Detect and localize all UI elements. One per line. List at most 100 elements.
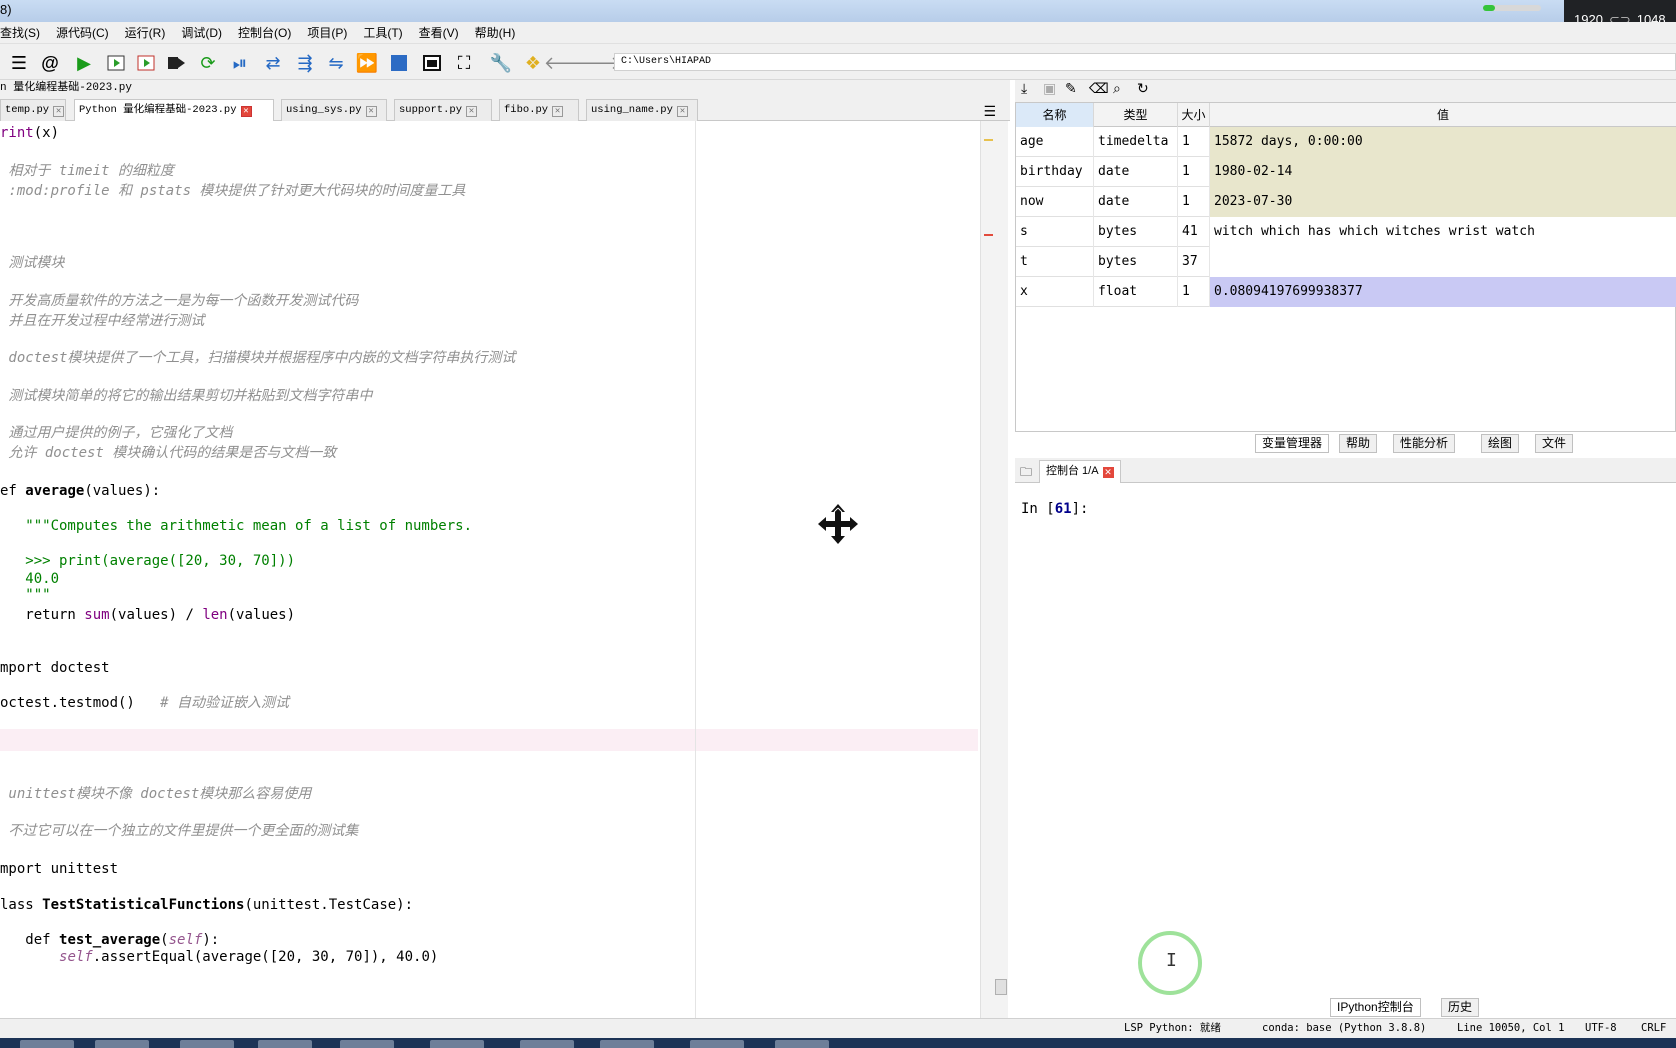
menu-item[interactable]: 运行(R) xyxy=(125,22,166,44)
variable-size-cell: 1 xyxy=(1178,277,1210,307)
hamburger-menu-icon[interactable]: ☰ xyxy=(983,103,996,120)
editor-tab[interactable]: temp.py ✕ xyxy=(0,99,66,121)
console-bottom-tab[interactable]: IPython控制台 xyxy=(1330,998,1421,1017)
step-return-icon[interactable]: ⇋ xyxy=(325,52,347,74)
fullscreen-icon[interactable]: ⛶ xyxy=(453,52,475,74)
step-icon[interactable]: ⇄ xyxy=(262,52,284,74)
run-icon[interactable]: ▶ xyxy=(73,52,95,74)
variable-row[interactable]: s bytes 41 witch which has which witches wr… xyxy=(1016,217,1676,247)
search-icon[interactable]: ⌕ xyxy=(1113,80,1121,97)
code-line: unittest模块不像 doctest模块那么容易使用 xyxy=(0,784,311,804)
taskbar-item[interactable] xyxy=(258,1040,312,1048)
editor-tab[interactable]: fibo.py ✕ xyxy=(499,99,579,121)
pane-tab[interactable]: 帮助 xyxy=(1339,434,1378,453)
close-icon[interactable]: ✕ xyxy=(1102,467,1114,478)
run-selection-icon[interactable] xyxy=(165,52,187,74)
editor-tab-label: using_name.py xyxy=(591,104,673,116)
ipython-console[interactable]: In [61]: xyxy=(1015,483,1676,998)
menu-item[interactable]: 控制台(O) xyxy=(238,22,291,44)
close-tab-icon[interactable]: ✕ xyxy=(466,106,478,117)
menu-item[interactable]: 调试(D) xyxy=(181,22,222,44)
taskbar-item[interactable] xyxy=(180,1040,234,1048)
continue-icon[interactable]: ⏩ xyxy=(356,52,378,74)
code-token: ef xyxy=(0,483,26,499)
variable-name-cell: s xyxy=(1016,217,1094,247)
working-directory-field[interactable]: C:\Users\HIAPAD xyxy=(614,53,1676,71)
close-tab-icon[interactable]: ✕ xyxy=(365,106,377,117)
refresh-icon[interactable]: ↻ xyxy=(1137,80,1149,97)
editor-tab-label: using_sys.py xyxy=(286,104,362,116)
console-tab[interactable]: 控制台 1/A ✕ xyxy=(1039,460,1121,483)
editor-tab[interactable]: using_name.py ✕ xyxy=(586,99,698,121)
error-marker xyxy=(984,234,993,236)
taskbar-item[interactable] xyxy=(20,1040,74,1048)
editor-tab-label: Python 量化编程基础-2023.py xyxy=(79,104,237,116)
wrench-icon[interactable]: 🔧 xyxy=(490,52,512,74)
code-token: mport doctest xyxy=(0,660,110,676)
save-data-icon[interactable]: ▣ xyxy=(1043,80,1056,97)
variable-row[interactable]: now date 1 2023-07-30 xyxy=(1016,187,1676,217)
editor-scrollbar[interactable] xyxy=(980,121,1008,1021)
variable-name-cell: now xyxy=(1016,187,1094,217)
console-bottom-tab[interactable]: 历史 xyxy=(1441,998,1480,1017)
code-token: average xyxy=(25,483,85,499)
menu-item[interactable]: 帮助(H) xyxy=(475,22,516,44)
variable-row[interactable]: t bytes 37 xyxy=(1016,247,1676,277)
taskbar-item[interactable] xyxy=(95,1040,149,1048)
at-icon[interactable]: @ xyxy=(39,52,61,74)
python-icon[interactable]: ❖ xyxy=(522,52,544,74)
variable-row[interactable]: x float 1 0.08094197699938377 xyxy=(1016,277,1676,307)
editor-tab[interactable]: using_sys.py ✕ xyxy=(281,99,387,121)
editor-file-title: n 量化编程基础-2023.py xyxy=(0,80,1010,97)
taskbar-item[interactable] xyxy=(430,1040,484,1048)
taskbar-item[interactable] xyxy=(690,1040,744,1048)
variable-row[interactable]: birthday date 1 1980-02-14 xyxy=(1016,157,1676,187)
close-tab-icon[interactable]: ✕ xyxy=(676,106,688,117)
header-value[interactable]: 值 xyxy=(1210,103,1676,127)
variable-row[interactable]: age timedelta 1 15872 days, 0:00:00 xyxy=(1016,127,1676,157)
taskbar-item[interactable] xyxy=(775,1040,829,1048)
menu-item[interactable]: 查找(S) xyxy=(0,22,40,44)
import-data-icon[interactable]: ⤓ xyxy=(1021,80,1027,97)
close-tab-icon[interactable]: ✕ xyxy=(240,106,252,117)
rerun-icon[interactable]: ⟳ xyxy=(197,52,219,74)
taskbar-item[interactable] xyxy=(520,1040,574,1048)
taskbar-item[interactable] xyxy=(600,1040,654,1048)
save-as-icon[interactable]: ✎ xyxy=(1065,80,1077,97)
stop-icon[interactable] xyxy=(388,52,410,74)
code-token: unittest模块不像 doctest模块那么容易使用 xyxy=(0,786,312,802)
list-icon[interactable]: ☰ xyxy=(8,52,30,74)
menu-item[interactable]: 项目(P) xyxy=(307,22,347,44)
code-editor[interactable]: rint(x) 相对于 timeit 的细粒度 :mod:profile 和 p… xyxy=(0,121,980,1021)
header-type[interactable]: 类型 xyxy=(1094,103,1178,127)
cursor-position: Line 10050, Col 1 xyxy=(1457,1022,1565,1034)
run-cell-icon[interactable] xyxy=(105,52,127,74)
menu-item[interactable]: 源代码(C) xyxy=(56,22,109,44)
editor-tab[interactable]: Python 量化编程基础-2023.py ✕ xyxy=(74,99,274,122)
step-into-icon[interactable]: ⇶ xyxy=(294,52,316,74)
pane-tab[interactable]: 变量管理器 xyxy=(1255,434,1330,453)
scrollbar-thumb[interactable] xyxy=(995,979,1007,995)
debug-icon[interactable]: ⏯ xyxy=(229,52,251,74)
pane-tab[interactable]: 绘图 xyxy=(1481,434,1520,453)
taskbar-item[interactable] xyxy=(340,1040,394,1048)
close-tab-icon[interactable]: ✕ xyxy=(552,106,564,117)
forward-arrow-icon[interactable]: 🡒 xyxy=(573,52,621,74)
header-size[interactable]: 大小 xyxy=(1178,103,1210,127)
erase-icon[interactable]: ⌫ xyxy=(1089,80,1109,97)
variable-name-cell: t xyxy=(1016,247,1094,277)
run-cell-advance-icon[interactable] xyxy=(135,52,157,74)
code-token: len xyxy=(202,607,228,623)
menu-item[interactable]: 查看(V) xyxy=(419,22,459,44)
variable-table-header: 名称 类型 大小 值 xyxy=(1016,103,1676,127)
pane-tab[interactable]: 性能分析 xyxy=(1393,434,1456,453)
pane-tab[interactable]: 文件 xyxy=(1535,434,1574,453)
header-name[interactable]: 名称 xyxy=(1016,103,1094,127)
close-tab-icon[interactable]: ✕ xyxy=(53,106,65,117)
code-line: doctest模块提供了一个工具，扫描模块并根据程序中内嵌的文档字符串执行测试 xyxy=(0,348,515,368)
maximize-pane-icon[interactable] xyxy=(421,52,443,74)
editor-tab[interactable]: support.py ✕ xyxy=(394,99,492,121)
menu-item[interactable]: 工具(T) xyxy=(363,22,402,44)
folder-icon[interactable]: 🗀 xyxy=(1020,463,1032,484)
code-token: 允许 doctest 模块确认代码的结果是否与文档一致 xyxy=(0,445,337,461)
